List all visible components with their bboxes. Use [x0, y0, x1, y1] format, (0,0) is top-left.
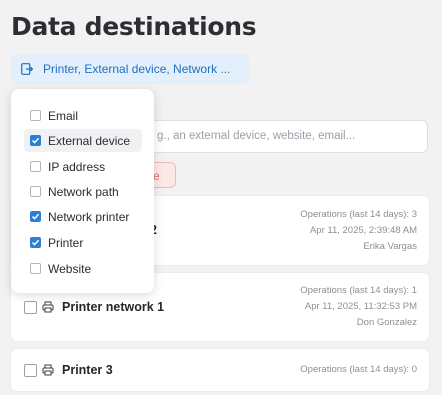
- select-checkbox[interactable]: [24, 301, 37, 314]
- option-printer[interactable]: Printer: [24, 231, 142, 254]
- option-checkbox[interactable]: [30, 237, 41, 248]
- destination-name[interactable]: Printer 3: [62, 363, 113, 377]
- option-external-device[interactable]: External device: [24, 129, 142, 152]
- option-label: IP address: [48, 159, 106, 174]
- modified-by-user: Don Gonzalez: [356, 317, 417, 328]
- option-label: Network printer: [48, 209, 130, 224]
- option-label: Website: [48, 261, 92, 276]
- printer-icon: [42, 301, 54, 313]
- destination-name[interactable]: Printer network 1: [62, 300, 164, 314]
- destination-type-dropdown: Email External device IP address Network…: [11, 89, 154, 293]
- page-title: Data destinations: [11, 12, 257, 41]
- select-checkbox[interactable]: [24, 364, 37, 377]
- option-checkbox[interactable]: [30, 186, 41, 197]
- check-icon: [31, 213, 40, 220]
- printer-icon: [42, 364, 54, 376]
- option-network-path[interactable]: Network path: [24, 180, 142, 203]
- destination-card[interactable]: Printer 3 Operations (last 14 days): 0: [11, 349, 429, 391]
- option-label: Email: [48, 108, 79, 123]
- last-modified-date: Apr 11, 2025, 2:39:48 AM: [309, 225, 417, 236]
- check-icon: [31, 239, 40, 246]
- destination-meta: Operations (last 14 days): 3 Apr 11, 202…: [300, 207, 417, 255]
- option-checkbox[interactable]: [30, 263, 41, 274]
- filter-label: Printer, External device, Network ...: [43, 62, 231, 76]
- option-checkbox[interactable]: [30, 135, 41, 146]
- last-modified-date: Apr 11, 2025, 11:32:53 PM: [304, 301, 417, 312]
- option-checkbox[interactable]: [30, 211, 41, 222]
- operations-count: Operations (last 14 days): 3: [300, 209, 417, 220]
- operations-count: Operations (last 14 days): 1: [300, 285, 417, 296]
- option-label: Printer: [48, 235, 84, 250]
- option-label: External device: [48, 133, 131, 148]
- option-ip-address[interactable]: IP address: [24, 155, 142, 178]
- destination-meta: Operations (last 14 days): 1 Apr 11, 202…: [300, 283, 417, 331]
- option-network-printer[interactable]: Network printer: [24, 205, 142, 228]
- operations-count: Operations (last 14 days): 0: [300, 364, 417, 375]
- destination-meta: Operations (last 14 days): 0: [300, 362, 417, 378]
- check-icon: [31, 137, 40, 144]
- option-website[interactable]: Website: [24, 257, 142, 280]
- option-label: Network path: [48, 184, 119, 199]
- option-email[interactable]: Email: [24, 104, 142, 127]
- export-icon: [21, 63, 33, 75]
- option-checkbox[interactable]: [30, 110, 41, 121]
- search-input[interactable]: g., an external device, website, email..…: [148, 120, 428, 153]
- option-checkbox[interactable]: [30, 161, 41, 172]
- modified-by-user: Erika Vargas: [363, 241, 417, 252]
- destination-type-filter-button[interactable]: Printer, External device, Network ...: [11, 54, 249, 84]
